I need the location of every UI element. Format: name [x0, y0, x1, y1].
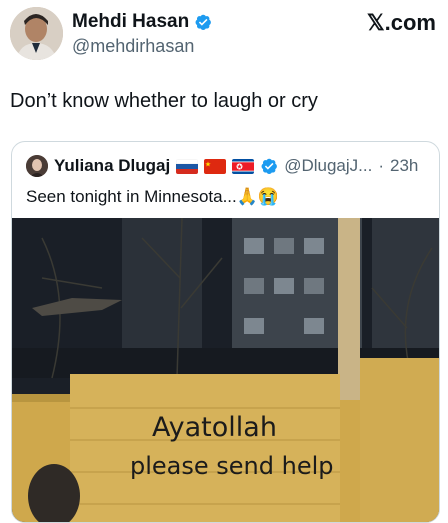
quoted-photo[interactable]: Ayatollah please send help	[12, 218, 439, 522]
author-handle[interactable]: @mehdirhasan	[72, 36, 194, 57]
author-name-row: Mehdi Hasan	[72, 11, 212, 33]
tweet-header: Mehdi Hasan @mehdirhasan 𝕏.com	[0, 0, 448, 70]
dot-separator: ·	[378, 156, 384, 175]
graffiti-line-1: Ayatollah	[152, 412, 277, 443]
graffiti-line-2: please send help	[130, 452, 334, 480]
quoted-avatar[interactable]	[26, 155, 48, 177]
russia-flag-icon	[176, 158, 199, 174]
quoted-verified-badge-icon	[260, 157, 278, 175]
author-name[interactable]: Mehdi Hasan	[72, 11, 189, 33]
quoted-author-handle[interactable]: @DlugajJ...	[284, 156, 372, 176]
quoted-timestamp[interactable]: 23h	[390, 156, 418, 176]
quoted-text: Seen tonight in Minnesota...🙏😭	[26, 187, 280, 206]
quoted-tweet[interactable]: Yuliana Dlugaj @DlugajJ... · 23h Seen to…	[11, 141, 440, 523]
author-avatar[interactable]	[10, 7, 63, 60]
china-flag-icon	[204, 158, 227, 174]
quoted-header: Yuliana Dlugaj @DlugajJ... · 23h	[26, 155, 418, 177]
verified-badge-icon	[194, 13, 212, 31]
north-korea-flag-icon	[232, 158, 255, 174]
x-logo[interactable]: 𝕏.com	[367, 10, 436, 36]
avatar-photo	[10, 7, 63, 60]
quoted-author-name[interactable]: Yuliana Dlugaj	[54, 156, 170, 176]
tweet-text: Don’t know whether to laugh or cry	[10, 90, 318, 112]
